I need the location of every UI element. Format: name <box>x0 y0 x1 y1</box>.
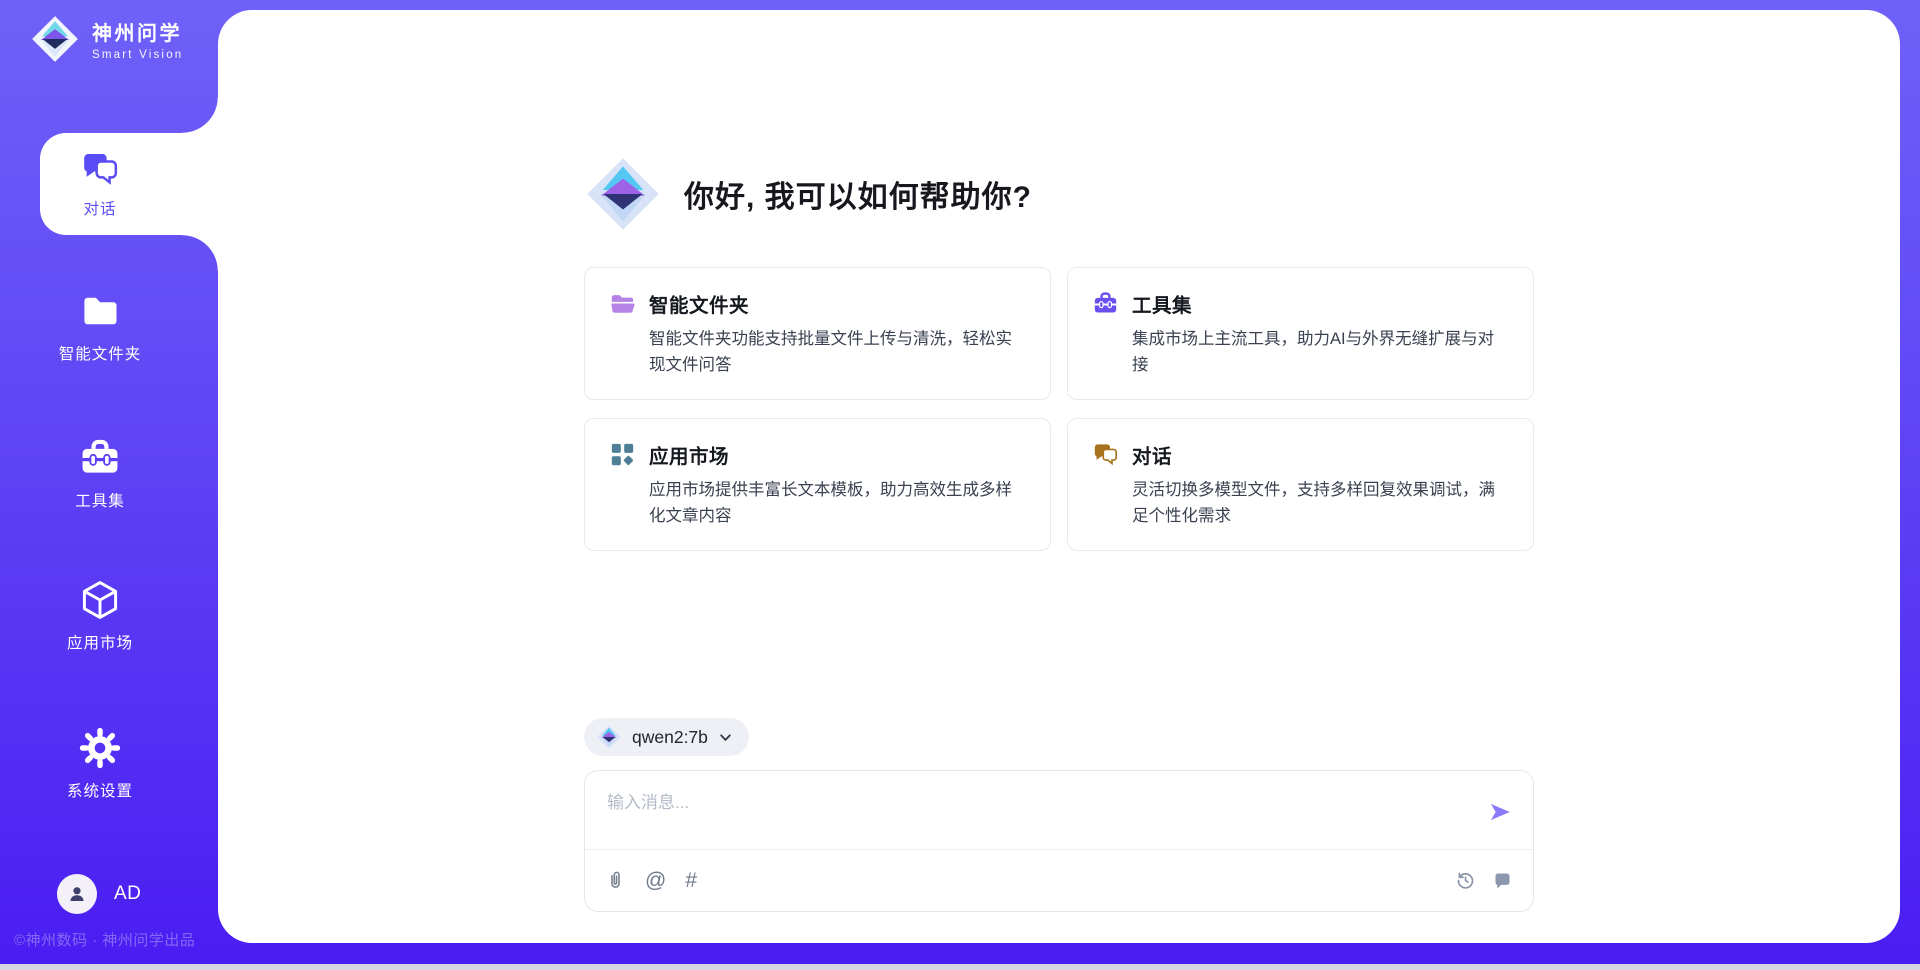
send-button[interactable] <box>1485 797 1515 827</box>
sidebar-item-label: 对话 <box>83 197 116 219</box>
card-title: 应用市场 <box>649 440 729 469</box>
gem-diamond-icon <box>30 14 80 64</box>
app-window: 你好, 我可以如何帮助你? 智能文件夹 智能文件夹功能支持批量文件上传与清洗，轻… <box>0 0 1920 970</box>
sidebar-item-smart-folder[interactable]: 智能文件夹 <box>0 289 200 364</box>
card-title: 对话 <box>1132 440 1172 469</box>
attach-file-button[interactable] <box>605 870 626 891</box>
mention-icon: @ <box>645 870 666 891</box>
send-arrow-icon <box>1487 799 1513 825</box>
user-avatar-icon <box>65 882 89 906</box>
hash-button[interactable]: # <box>685 870 697 891</box>
greeting-text: 你好, 我可以如何帮助你? <box>684 172 1032 216</box>
folder-icon <box>78 289 122 333</box>
gem-diamond-icon <box>596 724 622 750</box>
card-description: 智能文件夹功能支持批量文件上传与清洗，轻松实现文件问答 <box>609 327 1026 378</box>
message-composer: @ # <box>584 770 1534 912</box>
main-content: 你好, 我可以如何帮助你? 智能文件夹 智能文件夹功能支持批量文件上传与清洗，轻… <box>584 10 1534 912</box>
mention-button[interactable]: @ <box>645 870 666 891</box>
briefcase-icon <box>1092 290 1119 317</box>
welcome-header: 你好, 我可以如何帮助你? <box>584 155 1534 233</box>
card-description: 集成市场上主流工具，助力AI与外界无缝扩展与对接 <box>1092 327 1509 378</box>
chat-bubbles-icon <box>80 149 120 189</box>
sidebar-item-settings[interactable]: 系统设置 <box>0 726 200 801</box>
copyright-text: ©神州数码 · 神州问学出品 <box>14 929 195 950</box>
paperclip-icon <box>605 870 626 891</box>
brand-subtitle: Smart Vision <box>92 49 183 61</box>
sidebar-item-app-market[interactable]: 应用市场 <box>0 578 200 653</box>
card-title: 工具集 <box>1132 289 1192 318</box>
model-selector[interactable]: qwen2:7b <box>584 718 749 756</box>
gear-icon <box>78 726 122 770</box>
model-name: qwen2:7b <box>632 727 708 748</box>
message-input[interactable] <box>585 771 1533 847</box>
apps-grid-icon <box>609 441 636 468</box>
card-app-market[interactable]: 应用市场 应用市场提供丰富长文本模板，助力高效生成多样化文章内容 <box>584 418 1051 551</box>
app-logo: 神州问学 Smart Vision <box>30 14 183 64</box>
avatar <box>57 874 97 914</box>
gem-diamond-icon <box>584 155 662 233</box>
main-panel: 你好, 我可以如何帮助你? 智能文件夹 智能文件夹功能支持批量文件上传与清洗，轻… <box>218 10 1900 943</box>
sidebar-item-chat[interactable]: 对话 <box>40 133 218 235</box>
comment-icon <box>1492 870 1513 891</box>
cube-icon <box>78 578 122 622</box>
conversation-button[interactable] <box>1492 870 1513 891</box>
history-icon <box>1455 870 1476 891</box>
card-smart-folder[interactable]: 智能文件夹 智能文件夹功能支持批量文件上传与清洗，轻松实现文件问答 <box>584 267 1051 400</box>
card-chat[interactable]: 对话 灵活切换多模型文件，支持多样回复效果调试，满足个性化需求 <box>1067 418 1534 551</box>
sidebar-item-toolkit[interactable]: 工具集 <box>0 436 200 511</box>
chat-bubbles-icon <box>1092 441 1119 468</box>
user-profile[interactable]: AD <box>57 874 141 914</box>
card-description: 灵活切换多模型文件，支持多样回复效果调试，满足个性化需求 <box>1092 478 1509 529</box>
sidebar-item-label: 智能文件夹 <box>59 342 142 364</box>
sidebar-item-label: 工具集 <box>75 489 125 511</box>
briefcase-icon <box>78 436 122 480</box>
card-description: 应用市场提供丰富长文本模板，助力高效生成多样化文章内容 <box>609 478 1026 529</box>
brand-title: 神州问学 <box>92 17 183 46</box>
card-title: 智能文件夹 <box>649 289 749 318</box>
composer-toolbar: @ # <box>585 849 1533 911</box>
sidebar-item-label: 应用市场 <box>67 631 133 653</box>
chevron-down-icon <box>718 730 733 745</box>
card-toolkit[interactable]: 工具集 集成市场上主流工具，助力AI与外界无缝扩展与对接 <box>1067 267 1534 400</box>
folder-open-icon <box>609 290 636 317</box>
sidebar-item-label: 系统设置 <box>67 779 133 801</box>
hash-icon: # <box>685 870 697 891</box>
history-button[interactable] <box>1455 870 1476 891</box>
user-name: AD <box>114 883 141 905</box>
feature-cards: 智能文件夹 智能文件夹功能支持批量文件上传与清洗，轻松实现文件问答 工具 <box>584 267 1534 551</box>
